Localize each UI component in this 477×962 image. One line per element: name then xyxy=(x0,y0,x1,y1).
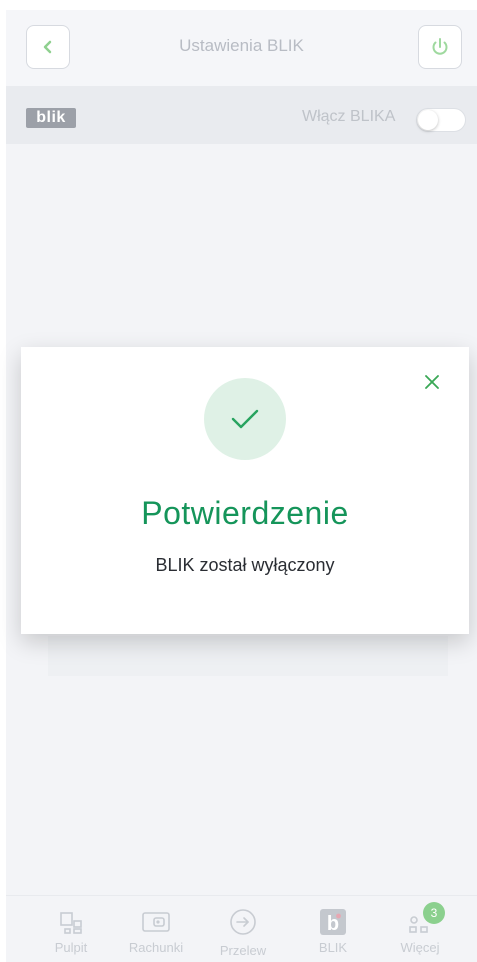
close-icon xyxy=(425,375,439,389)
blik-settings-row: blik Włącz BLIKA xyxy=(6,86,477,144)
nav-item-pulpit[interactable]: Pulpit xyxy=(24,896,118,962)
toggle-knob xyxy=(418,110,438,130)
blik-toggle-label: Włącz BLIKA xyxy=(302,108,396,125)
nav-label-przelew: Przelew xyxy=(219,943,267,958)
notification-badge: 3 xyxy=(423,902,445,924)
nav-label-blik: BLIK xyxy=(318,940,348,955)
blik-toggle[interactable] xyxy=(416,108,466,132)
nav-item-rachunki[interactable]: Rachunki xyxy=(109,896,203,962)
blik-logo: blik xyxy=(26,108,76,128)
nav-item-wiecej[interactable]: 3 Więcej xyxy=(373,896,467,962)
dialog-message: BLIK został wyłączony xyxy=(155,555,335,575)
transfer-icon xyxy=(230,909,256,935)
power-icon xyxy=(432,38,448,55)
power-button[interactable] xyxy=(418,25,462,69)
header: Ustawienia BLIK xyxy=(6,10,477,86)
dashboard-icon xyxy=(60,912,82,934)
wallet-icon xyxy=(142,912,170,932)
dialog-title: Potwierdzenie xyxy=(141,495,349,531)
confirmation-dialog: Potwierdzenie BLIK został wyłączony xyxy=(21,347,469,634)
nav-item-blik[interactable]: b BLIK xyxy=(286,896,380,962)
page-title: Ustawienia BLIK xyxy=(179,36,304,55)
check-icon xyxy=(231,409,259,429)
background-strip xyxy=(48,636,448,676)
close-button[interactable] xyxy=(421,371,443,393)
bottom-nav: Pulpit Rachunki Przelew b BLIK 3 Więcej xyxy=(6,895,477,962)
success-indicator xyxy=(204,378,286,460)
nav-label-rachunki: Rachunki xyxy=(128,940,184,955)
nav-item-przelew[interactable]: Przelew xyxy=(196,896,290,962)
nav-label-pulpit: Pulpit xyxy=(54,940,88,955)
nav-label-wiecej: Więcej xyxy=(400,940,440,955)
blik-icon: b xyxy=(320,909,346,935)
